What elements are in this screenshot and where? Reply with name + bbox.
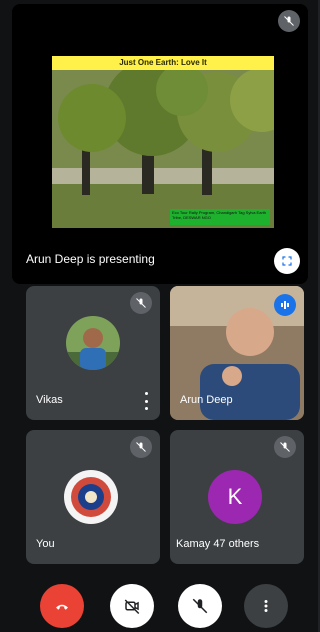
avatar [66,316,120,370]
mic-off-icon [274,436,296,458]
participant-name-kamay: Kamay [176,538,211,550]
participant-name: Arun Deep [180,394,233,406]
avatar [64,470,118,524]
fullscreen-button[interactable] [274,248,300,274]
participant-name: Kamay 47 others [176,538,259,550]
fullscreen-icon [282,256,292,266]
participant-tile-vikas[interactable]: Vikas [26,286,160,420]
more-options-button[interactable] [244,584,288,628]
participant-tile-arun-deep[interactable]: Arun Deep [170,286,304,420]
mic-off-icon [130,436,152,458]
mic-off-icon [130,292,152,314]
slide-photo [52,70,274,228]
participant-name: You [36,538,55,550]
slide-caption: Eco Tour Rally Program, Chandigarh Tag S… [170,209,270,225]
others-count: 47 others [213,538,260,550]
presenting-status: Arun Deep is presenting [26,252,155,266]
avatar: K [208,470,262,524]
more-vertical-icon [264,600,268,612]
slide-title: Just One Earth: Love It [52,56,274,70]
mic-off-icon [278,10,300,32]
shared-slide: Just One Earth: Love It Eco Tour Rally P… [52,56,274,228]
participant-tile-you[interactable]: You [26,430,160,564]
speaking-indicator-icon [274,294,296,316]
presentation-tile[interactable]: Just One Earth: Love It Eco Tour Rally P… [12,4,308,284]
meeting-screen: Just One Earth: Love It Eco Tour Rally P… [0,0,318,632]
participant-tile-others[interactable]: K Kamay 47 others [170,430,304,564]
camera-toggle-button[interactable] [110,584,154,628]
participant-name: Vikas [36,394,63,406]
microphone-toggle-button[interactable] [178,584,222,628]
camera-off-icon [124,599,140,615]
mic-off-icon [192,598,208,614]
more-options-button[interactable] [142,392,150,410]
end-call-button[interactable] [40,584,84,628]
phone-hangup-icon [56,604,68,610]
